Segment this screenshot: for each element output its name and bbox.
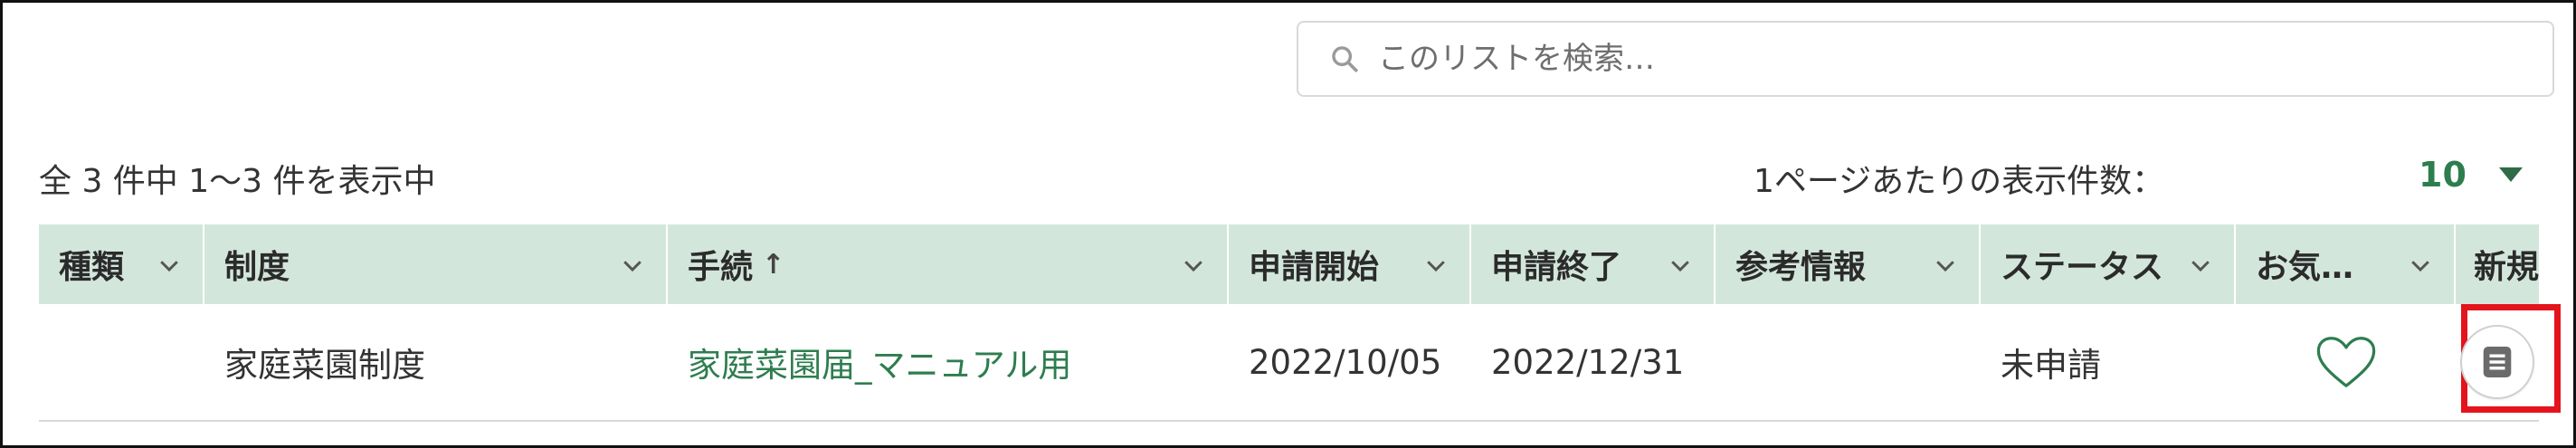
column-header-label: 新規 — [2474, 249, 2540, 286]
list-search-box[interactable] — [1297, 21, 2554, 97]
app-frame: 全 3 件中 1～3 件を表示中 1ページあたりの表示件数： 10 種類 制度 … — [0, 0, 2576, 448]
per-page-select[interactable]: 10 — [2419, 148, 2523, 202]
cell-reference — [1716, 304, 1981, 420]
column-header-label: 手続 — [688, 249, 754, 286]
chevron-down-icon[interactable] — [1667, 252, 1694, 279]
column-header-new: 新規 — [2456, 224, 2539, 304]
search-icon — [1332, 46, 1358, 72]
table-header-row: 種類 制度 手続 ↑ 申請開始 申請終了 参考情報 ステータス お気… 新規 — [39, 224, 2539, 304]
column-header-label: 制度 — [224, 249, 290, 286]
table-row: 家庭菜園制度 家庭菜園届_マニュアル用 2022/10/05 2022/12/3… — [39, 304, 2561, 422]
column-header-favorite[interactable]: お気… — [2236, 224, 2456, 304]
column-header-end[interactable]: 申請終了 — [1471, 224, 1716, 304]
chevron-down-icon[interactable] — [1932, 252, 1959, 279]
chevron-down-icon[interactable] — [1422, 252, 1450, 279]
cell-status: 未申請 — [2001, 346, 2101, 385]
column-header-start[interactable]: 申請開始 — [1229, 224, 1471, 304]
sort-ascending-icon: ↑ — [762, 248, 785, 281]
column-header-type[interactable]: 種類 — [39, 224, 204, 304]
cell-end-date: 2022/12/31 — [1491, 342, 1685, 382]
chevron-down-icon[interactable] — [2407, 252, 2434, 279]
procedure-table: 種類 制度 手続 ↑ 申請開始 申請終了 参考情報 ステータス お気… 新規 家… — [39, 224, 2561, 422]
column-header-label: 種類 — [59, 249, 125, 286]
table-body: 家庭菜園制度 家庭菜園届_マニュアル用 2022/10/05 2022/12/3… — [39, 304, 2561, 422]
chevron-down-icon[interactable] — [2187, 252, 2214, 279]
cell-favorite — [2236, 304, 2456, 420]
heart-outline-icon[interactable] — [2315, 334, 2378, 390]
cell-system: 家庭菜園制度 — [224, 346, 425, 385]
column-header-label: 申請開始 — [1249, 249, 1380, 286]
column-header-label: ステータス — [2001, 249, 2164, 286]
chevron-down-icon[interactable] — [619, 252, 646, 279]
cell-new — [2456, 304, 2561, 420]
per-page-value: 10 — [2419, 155, 2467, 195]
column-header-label: お気… — [2256, 249, 2354, 286]
column-header-label: 申請終了 — [1491, 249, 1622, 286]
chevron-down-icon[interactable] — [156, 252, 183, 279]
column-header-procedure[interactable]: 手続 ↑ — [668, 224, 1229, 304]
cell-procedure-link[interactable]: 家庭菜園届_マニュアル用 — [668, 304, 1229, 420]
cell-start-date: 2022/10/05 — [1249, 342, 1442, 382]
column-header-label: 参考情報 — [1735, 249, 1867, 286]
column-header-status[interactable]: ステータス — [1981, 224, 2236, 304]
search-input[interactable] — [1378, 41, 2464, 77]
per-page-label: 1ページあたりの表示件数： — [1754, 163, 2165, 200]
caret-down-icon — [2498, 167, 2523, 182]
chevron-down-icon[interactable] — [1180, 252, 1207, 279]
new-application-button[interactable] — [2460, 325, 2534, 399]
column-header-system[interactable]: 制度 — [204, 224, 668, 304]
cell-type — [39, 304, 204, 420]
document-list-icon — [2483, 347, 2512, 377]
result-count-text: 全 3 件中 1～3 件を表示中 — [39, 163, 436, 200]
column-header-reference[interactable]: 参考情報 — [1716, 224, 1981, 304]
